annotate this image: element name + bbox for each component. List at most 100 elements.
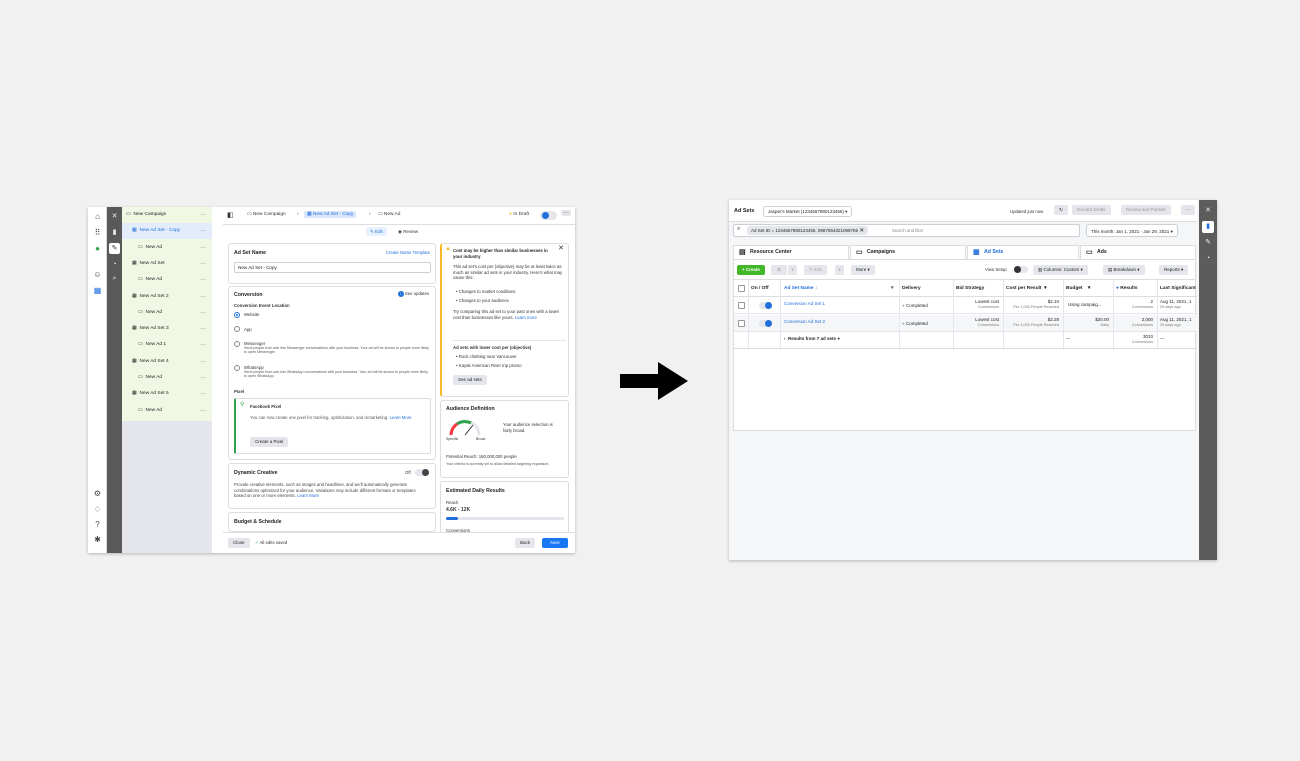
close-icon[interactable]: ✕ (109, 211, 120, 222)
tab-ad-sets[interactable]: ▦ Ad Sets (967, 245, 1079, 259)
refresh-icon[interactable]: ↻ (1054, 205, 1068, 215)
chevron-down-icon[interactable]: ▾ (788, 265, 797, 275)
tree-item-ad[interactable]: ▭ New Ad ··· (122, 272, 212, 288)
account-status-icon[interactable]: ● (92, 243, 103, 254)
row-checkbox[interactable] (738, 320, 745, 327)
radio-website[interactable] (234, 312, 240, 318)
edit-tab[interactable]: ✎ Edit (366, 227, 387, 236)
tree-item-ad[interactable]: ▭ New Ad 1 ··· (122, 337, 212, 353)
close-icon[interactable]: ✕ (859, 228, 864, 234)
more-options-icon[interactable]: ··· (200, 337, 206, 353)
radio-messenger[interactable] (234, 341, 240, 347)
col-header-last-significant[interactable]: Last Significant (1160, 286, 1196, 291)
tree-item-adset[interactable]: ▦ New Ad Set - Copy ··· (122, 223, 212, 240)
tree-item-adset[interactable]: ▦ New Ad Set 5 ··· (122, 386, 212, 402)
create-button[interactable]: + Create (737, 265, 765, 275)
warning-learn-more-link[interactable]: Learn more (515, 315, 537, 320)
columns-button[interactable]: ▥ Columns: Custom ▾ (1033, 265, 1088, 275)
smile-icon[interactable]: ☺ (92, 269, 103, 280)
discard-drafts-button[interactable]: Discard Drafts (1072, 205, 1111, 215)
close-icon[interactable]: ✕ (558, 245, 564, 252)
tab-campaigns[interactable]: ▭ Campaigns (850, 245, 966, 259)
select-all-checkbox[interactable] (738, 285, 745, 292)
table-icon[interactable]: ▦ (92, 285, 103, 296)
chevron-down-icon[interactable]: ▾ (835, 265, 844, 275)
breakdown-button[interactable]: ▤ Breakdown ▾ (1103, 265, 1145, 275)
review-tab[interactable]: ◉ Review (394, 227, 422, 236)
tree-item-adset[interactable]: ▦ New Ad Set 2 ··· (122, 289, 212, 305)
pencil-icon[interactable]: ✎ (1202, 237, 1214, 249)
tab-ads[interactable]: ▭ Ads (1080, 245, 1196, 259)
bug-icon[interactable]: ✱ (92, 534, 103, 545)
more-button[interactable]: More ▾ (851, 265, 875, 275)
tree-item-adset[interactable]: ▦ New Ad Set ··· (122, 256, 212, 272)
tree-item-ad[interactable]: ▭ New Ad ··· (122, 305, 212, 321)
tree-item-ad[interactable]: ▭ New Ad ··· (122, 370, 212, 386)
more-options-icon[interactable]: ··· (200, 240, 206, 256)
edit-button[interactable]: ✎ Edit (804, 265, 827, 275)
col-header-delivery[interactable]: Delivery (902, 286, 921, 291)
review-publish-button[interactable]: Review and Publish (1121, 205, 1171, 215)
bell-icon[interactable]: ♢ (92, 504, 103, 515)
help-icon[interactable]: ? (92, 519, 103, 530)
col-header-results[interactable]: ● Results (1116, 286, 1138, 291)
col-header-cost[interactable]: Cost per Result ▾ (1006, 286, 1047, 291)
date-range-selector[interactable]: This month: Jan 1, 2021 - Jan 29, 2021 ▾ (1086, 224, 1178, 237)
col-header-budget[interactable]: Budget ▾ (1066, 286, 1090, 291)
close-icon[interactable]: ✕ (1202, 205, 1214, 217)
pencil-icon[interactable]: ✎ (109, 243, 120, 254)
home-icon[interactable]: ⌂ (92, 211, 103, 222)
chevron-down-icon[interactable]: ▾ (891, 286, 893, 291)
row-checkbox[interactable] (738, 302, 745, 309)
dynamic-creative-toggle[interactable] (415, 469, 429, 476)
apps-grid-icon[interactable]: ⠿ (92, 227, 103, 238)
more-options-icon[interactable]: ··· (200, 386, 206, 402)
more-options-icon[interactable]: ··· (200, 354, 206, 370)
more-options-icon[interactable]: ··· (200, 403, 206, 419)
more-options-icon[interactable]: ··· (200, 289, 206, 305)
tree-item-ad[interactable]: ▭ New Ad ··· (122, 240, 212, 256)
see-updates[interactable]: i See updates (397, 291, 429, 297)
filter-chip[interactable]: Ad Set ID = 1234567890123456, 0987654321… (747, 226, 869, 235)
more-options-icon[interactable]: ··· (561, 210, 571, 216)
more-options-icon[interactable]: ··· (200, 370, 206, 386)
chart-icon[interactable]: ▮ (1202, 221, 1214, 233)
row-adset-name[interactable]: Conversion Ad Set 2 (784, 319, 825, 324)
next-button[interactable]: Next (542, 538, 568, 548)
row-on-off-toggle[interactable] (759, 320, 772, 327)
col-header-name[interactable]: Ad Set Name ↓ (784, 286, 817, 291)
close-button[interactable]: Close (228, 538, 250, 548)
pixel-learn-more-link[interactable]: Learn More (390, 415, 412, 420)
breadcrumb-ad[interactable]: ▭ New Ad (378, 212, 400, 217)
dynamic-learn-more-link[interactable]: Learn More (297, 493, 319, 498)
clock-icon[interactable]: ◔ (1202, 253, 1214, 265)
radio-whatsapp[interactable] (234, 365, 240, 371)
tree-item-adset[interactable]: ▦ New Ad Set 4 ··· (122, 354, 212, 370)
more-options-icon[interactable]: ··· (200, 321, 206, 337)
search-bar[interactable]: ⌕ Ad Set ID = 1234567890123456, 09876543… (733, 224, 1080, 237)
see-ad-sets-button[interactable]: See ad sets (453, 375, 487, 385)
radio-app[interactable] (234, 326, 240, 332)
row-adset-name[interactable]: Conversion Ad Set 1 (784, 301, 825, 306)
more-options-icon[interactable]: ··· (200, 305, 206, 321)
tab-resource-center[interactable]: ▤ Resource Center (733, 245, 849, 259)
more-options-icon[interactable]: ··· (200, 207, 206, 223)
tree-item-ad[interactable]: ▭ New Ad ··· (122, 403, 212, 419)
clock-icon[interactable]: ◔ (109, 259, 120, 270)
create-pixel-button[interactable]: Create a Pixel (250, 437, 289, 447)
tree-item-adset[interactable]: ▦ New Ad Set 3 ··· (122, 321, 212, 337)
back-button[interactable]: Back (515, 538, 536, 548)
duplicate-icon[interactable]: ⧉ (771, 265, 787, 275)
tree-item-campaign[interactable]: ▭ New Campaign ··· (122, 207, 212, 223)
more-options-icon[interactable]: ··· (200, 256, 206, 272)
create-name-template-link[interactable]: Create Name Template (386, 250, 430, 256)
row-on-off-toggle[interactable] (759, 302, 772, 309)
account-selector[interactable]: Jasper's Market (1234567890123456) ▾ (763, 206, 853, 217)
panel-toggle-icon[interactable]: ◧ (227, 211, 234, 219)
chart-icon[interactable]: ▮ (109, 227, 120, 238)
settings-icon[interactable]: ⚙ (92, 488, 103, 499)
search-icon[interactable]: ⌕ (109, 273, 120, 284)
breadcrumb-campaign[interactable]: ▭ New Campaign (247, 212, 286, 217)
more-options-icon[interactable]: ··· (200, 223, 206, 239)
more-options-icon[interactable]: ··· (1181, 205, 1195, 215)
